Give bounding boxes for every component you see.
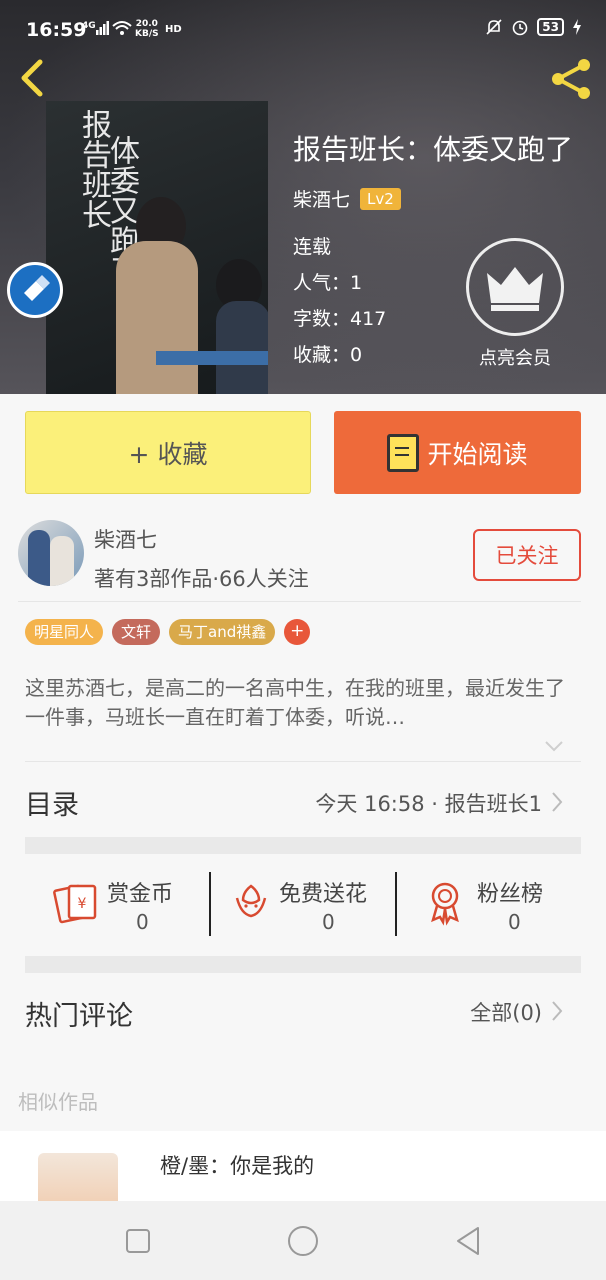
similar-works-label: 相似作品 — [18, 1090, 98, 1114]
hd-indicator: HD — [165, 24, 182, 35]
toc-title[interactable]: 目录 — [25, 783, 79, 822]
reward-flowers[interactable]: 免费送花 0 — [211, 862, 396, 946]
book-info: 报告班长：体委又跑了 柴酒七 Lv2 连载 人气：1 字数：417 收藏：0 — [293, 128, 574, 366]
start-reading-label: 开始阅读 — [427, 439, 528, 469]
book-detail-page: 16:59 4G 20.0 KB/S HD 53 报告班长 体委又跑了 报告班长… — [0, 0, 606, 1280]
word-count-stat: 字数：417 — [293, 308, 387, 330]
chevron-right-icon[interactable] — [550, 1000, 564, 1022]
book-icon — [387, 433, 420, 472]
crown-icon — [487, 267, 543, 311]
flower-icon — [235, 884, 267, 918]
net-speed: 20.0 KB/S — [135, 19, 159, 39]
cover-title-line3: 体委 — [104, 135, 139, 195]
collect-button[interactable]: + 收藏 — [25, 411, 311, 494]
cover-desk — [156, 351, 268, 365]
vip-label[interactable]: 点亮会员 — [466, 344, 564, 370]
net-speed-unit: KB/S — [135, 29, 159, 39]
svg-text:¥: ¥ — [78, 896, 87, 912]
add-tag-button[interactable]: + — [284, 619, 311, 645]
level-badge: Lv2 — [360, 187, 401, 210]
follow-button[interactable]: 已关注 — [473, 529, 581, 581]
reward-value: 0 — [322, 910, 335, 934]
author-avatar[interactable] — [18, 520, 84, 586]
section-gap — [25, 837, 581, 854]
chevron-right-icon[interactable] — [550, 791, 564, 813]
brush-icon — [24, 275, 50, 301]
home-circle-icon[interactable] — [283, 1221, 323, 1261]
reward-value: 0 — [508, 910, 521, 934]
serial-status: 连载 — [293, 236, 332, 258]
cover-figure-body — [116, 241, 198, 394]
reward-fans[interactable]: 粉丝榜 0 — [397, 862, 582, 946]
book-title: 报告班长：体委又跑了 — [293, 133, 574, 166]
status-bar: 16:59 4G 20.0 KB/S HD 53 — [0, 0, 606, 46]
tag-item[interactable]: 马丁and祺鑫 — [169, 619, 276, 645]
tag-list: 明星同人 文轩 马丁and祺鑫 + — [25, 619, 311, 645]
reward-label: 赏金币 — [107, 882, 174, 907]
share-icon[interactable] — [548, 56, 594, 102]
vip-crown-button[interactable] — [466, 238, 564, 336]
popularity-stat: 人气：1 — [293, 272, 363, 294]
similar-work-cover[interactable] — [38, 1153, 118, 1201]
tag-item[interactable]: 明星同人 — [25, 619, 104, 645]
reward-coins[interactable]: ¥ 赏金币 0 — [25, 862, 210, 946]
reward-label: 免费送花 — [279, 882, 368, 907]
author-card-name[interactable]: 柴酒七 — [94, 524, 157, 554]
system-nav-bar — [0, 1201, 606, 1280]
cover-figure2-body — [216, 301, 268, 394]
recents-square-icon[interactable] — [118, 1221, 158, 1261]
mute-bell-icon — [486, 19, 502, 35]
divider — [18, 601, 581, 602]
battery-indicator: 53 — [537, 18, 564, 36]
all-comments-link[interactable]: 全部(0) — [470, 997, 542, 1027]
network-indicator: 4G — [82, 21, 96, 31]
author-card-meta: 著有3部作品·66人关注 — [94, 567, 309, 591]
author-name[interactable]: 柴酒七 — [293, 185, 350, 212]
status-right: 53 — [485, 18, 582, 36]
status-time: 16:59 — [26, 19, 87, 41]
favorites-stat: 收藏：0 — [293, 344, 363, 366]
divider — [25, 761, 581, 762]
book-description[interactable]: 这里苏酒七，是高二的一名高中生，在我的班里，最近发生了一件事，马班长一直在盯着丁… — [25, 674, 581, 732]
alarm-icon — [512, 20, 528, 36]
hot-comments-title: 热门评论 — [25, 1001, 133, 1032]
book-cover[interactable]: 报告班长 体委又跑了 — [46, 101, 268, 394]
toc-latest-chapter[interactable]: 今天 16:58 · 报告班长1 — [315, 788, 542, 818]
author-row: 柴酒七 Lv2 — [293, 185, 401, 212]
reward-value: 0 — [136, 910, 149, 934]
section-gap — [25, 956, 581, 973]
reward-label: 粉丝榜 — [477, 882, 544, 907]
back-triangle-icon[interactable] — [448, 1221, 488, 1261]
similar-work-title[interactable]: 橙/墨：你是我的 — [160, 1150, 314, 1180]
award-ribbon-icon — [431, 882, 459, 926]
red-envelope-icon: ¥ — [53, 884, 97, 924]
wifi-icon — [112, 21, 132, 35]
tag-item[interactable]: 文轩 — [112, 619, 161, 645]
net-speed-value: 20.0 — [135, 19, 158, 29]
contract-badge — [7, 262, 63, 318]
start-reading-button[interactable]: 开始阅读 — [334, 411, 581, 494]
book-hero-header: 16:59 4G 20.0 KB/S HD 53 报告班长 体委又跑了 报告班长… — [0, 0, 606, 394]
similar-work-item[interactable]: 橙/墨：你是我的 — [0, 1131, 606, 1201]
chevron-down-icon[interactable] — [544, 736, 564, 756]
signal-icon — [96, 21, 109, 35]
back-arrow-icon[interactable] — [14, 58, 54, 98]
rewards-row: ¥ 赏金币 0 免费送花 0 粉丝榜 0 — [25, 862, 581, 946]
charging-icon — [573, 19, 581, 35]
